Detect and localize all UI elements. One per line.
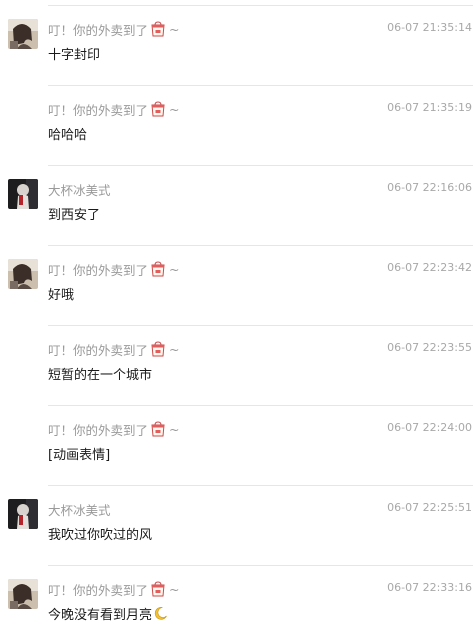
- timestamp: 06-07 22:23:42: [387, 261, 472, 274]
- message-content: 今晚没有看到月亮: [48, 604, 168, 623]
- avatar[interactable]: [8, 499, 38, 529]
- chat-message[interactable]: 叮！你的外卖到了 ~ 06-07 22:23:55 短暂的在一个城市: [0, 320, 473, 400]
- divider: [48, 165, 473, 166]
- message-text: [动画表情]: [48, 448, 111, 463]
- avatar[interactable]: [8, 579, 38, 609]
- sender-suffix: ~: [169, 341, 180, 357]
- sender-name[interactable]: 叮！你的外卖到了: [48, 100, 148, 119]
- divider: [48, 85, 473, 86]
- sender-row: 大杯冰美式: [48, 500, 111, 518]
- avatar[interactable]: [8, 179, 38, 209]
- timestamp: 06-07 22:33:16: [387, 581, 472, 594]
- takeout-box-emoji-icon: [150, 101, 166, 117]
- sender-row: 叮！你的外卖到了 ~: [48, 580, 180, 598]
- takeout-box-emoji-icon: [150, 341, 166, 357]
- sender-suffix: ~: [169, 421, 180, 437]
- message-text: 十字封印: [48, 48, 101, 63]
- avatar[interactable]: [8, 19, 38, 49]
- sender-name[interactable]: 叮！你的外卖到了: [48, 340, 148, 359]
- takeout-box-emoji-icon: [150, 421, 166, 437]
- dark-avatar-icon: [8, 179, 38, 209]
- chat-message[interactable]: 叮！你的外卖到了 ~ 06-07 22:24:00 [动画表情]: [0, 400, 473, 480]
- sender-name[interactable]: 叮！你的外卖到了: [48, 420, 148, 439]
- timestamp: 06-07 22:16:06: [387, 181, 472, 194]
- sender-row: 叮！你的外卖到了 ~: [48, 340, 180, 358]
- timestamp: 06-07 21:35:14: [387, 21, 472, 34]
- chat-history-list: 叮！你的外卖到了 ~ 06-07 21:35:14 十字封印 叮！你的外卖到了: [0, 0, 473, 628]
- sender-name[interactable]: 大杯冰美式: [48, 180, 111, 199]
- timestamp: 06-07 22:24:00: [387, 421, 472, 434]
- message-text: 我吹过你吹过的风: [48, 528, 153, 543]
- avatar[interactable]: [8, 259, 38, 289]
- girl-avatar-icon: [8, 259, 38, 289]
- divider: [48, 325, 473, 326]
- timestamp: 06-07 21:35:19: [387, 101, 472, 114]
- chat-message[interactable]: 叮！你的外卖到了 ~ 06-07 22:33:16 今晚没有看到月亮: [0, 560, 473, 640]
- takeout-box-emoji-icon: [150, 21, 166, 37]
- sender-row: 叮！你的外卖到了 ~: [48, 100, 180, 118]
- divider: [48, 485, 473, 486]
- sender-name[interactable]: 叮！你的外卖到了: [48, 260, 148, 279]
- message-text: 短暂的在一个城市: [48, 368, 153, 383]
- message-text: 今晚没有看到月亮: [48, 608, 153, 623]
- sender-name[interactable]: 叮！你的外卖到了: [48, 20, 148, 39]
- divider: [48, 5, 473, 6]
- dark-avatar-icon: [8, 499, 38, 529]
- message-text: 到西安了: [48, 208, 101, 223]
- message-text: 哈哈哈: [48, 128, 88, 143]
- girl-avatar-icon: [8, 19, 38, 49]
- sender-row: 叮！你的外卖到了 ~: [48, 20, 180, 38]
- takeout-box-emoji-icon: [150, 261, 166, 277]
- sender-name[interactable]: 大杯冰美式: [48, 500, 111, 519]
- timestamp: 06-07 22:25:51: [387, 501, 472, 514]
- timestamp: 06-07 22:23:55: [387, 341, 472, 354]
- sender-suffix: ~: [169, 581, 180, 597]
- chat-message[interactable]: 叮！你的外卖到了 ~ 06-07 21:35:14 十字封印: [0, 0, 473, 80]
- message-text: 好哦: [48, 288, 75, 303]
- divider: [48, 405, 473, 406]
- sender-suffix: ~: [169, 101, 180, 117]
- sender-suffix: ~: [169, 261, 180, 277]
- takeout-box-emoji-icon: [150, 581, 166, 597]
- chat-message[interactable]: 叮！你的外卖到了 ~ 06-07 21:35:19 哈哈哈: [0, 80, 473, 160]
- chat-message[interactable]: 大杯冰美式 06-07 22:16:06 到西安了: [0, 160, 473, 240]
- sender-suffix: ~: [169, 21, 180, 37]
- sender-row: 大杯冰美式: [48, 180, 111, 198]
- chat-message[interactable]: 叮！你的外卖到了 ~ 06-07 22:23:42 好哦: [0, 240, 473, 320]
- sender-row: 叮！你的外卖到了 ~: [48, 260, 180, 278]
- chat-message[interactable]: 大杯冰美式 06-07 22:25:51 我吹过你吹过的风: [0, 480, 473, 560]
- sender-name[interactable]: 叮！你的外卖到了: [48, 580, 148, 599]
- divider: [48, 565, 473, 566]
- crescent-moon-icon: [153, 606, 168, 621]
- sender-row: 叮！你的外卖到了 ~: [48, 420, 180, 438]
- girl-avatar-icon: [8, 579, 38, 609]
- divider: [48, 245, 473, 246]
